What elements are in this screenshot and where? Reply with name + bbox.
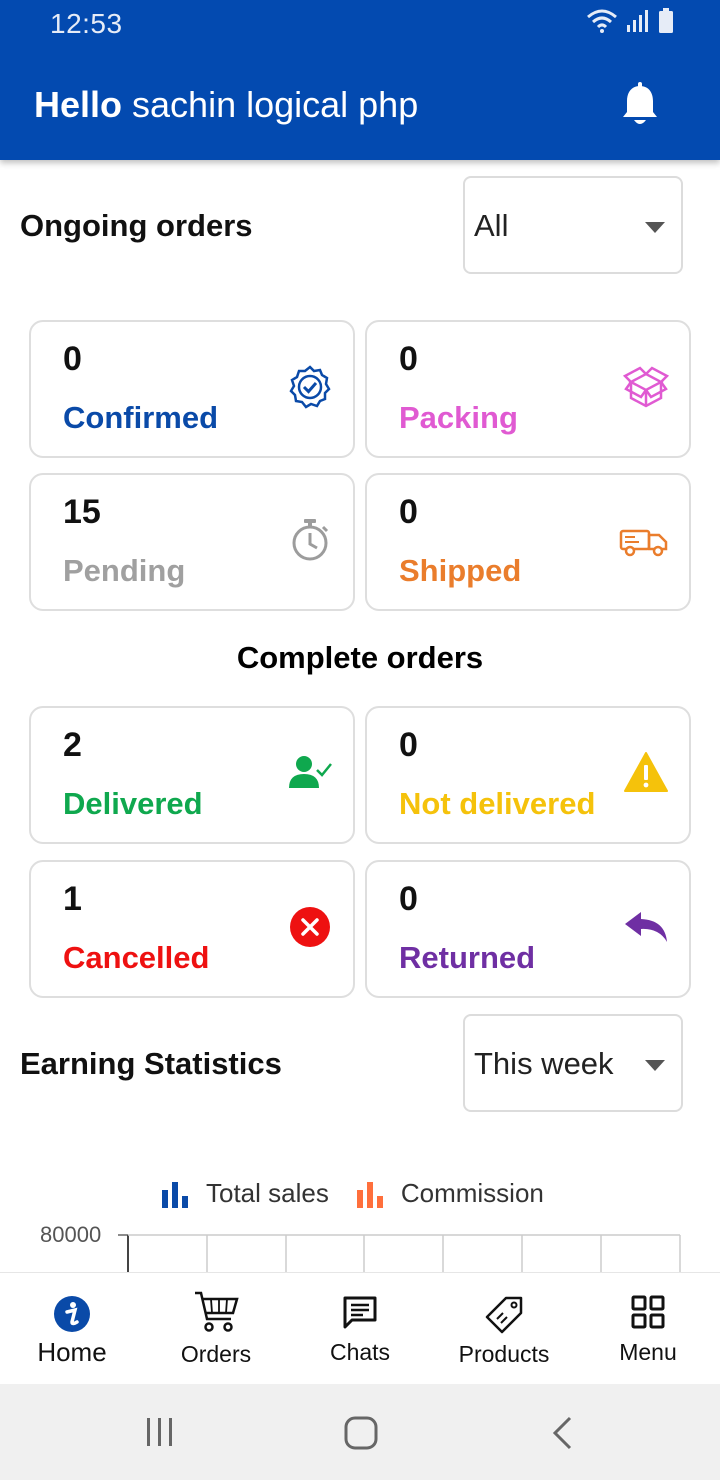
greeting-username: sachin logical php	[132, 84, 419, 125]
delivered-card[interactable]: 2 Delivered	[29, 706, 355, 844]
legend-commission-label: Commission	[400, 1178, 544, 1208]
chevron-down-icon	[645, 1060, 665, 1071]
cancel-circle-icon	[290, 907, 330, 947]
not-delivered-card[interactable]: 0 Not delivered	[365, 706, 691, 844]
packing-count: 0	[399, 340, 418, 378]
back-icon[interactable]	[550, 1416, 574, 1450]
pending-label: Pending	[63, 553, 186, 588]
reply-arrow-icon	[625, 912, 667, 942]
app-bar: 12:53 Hello sachin logical php	[0, 0, 720, 160]
stopwatch-icon	[292, 519, 329, 561]
shipped-card[interactable]: 0 Shipped	[365, 473, 691, 611]
nav-chats-label: Chats	[329, 1339, 391, 1365]
packing-card[interactable]: 0 Packing	[365, 320, 691, 458]
packing-label: Packing	[399, 400, 518, 435]
price-tag-icon	[485, 1296, 523, 1334]
earnings-period-value: This week	[474, 1046, 614, 1081]
confirmed-card[interactable]: 0 Confirmed	[29, 320, 355, 458]
returned-count: 0	[399, 880, 418, 918]
shopping-cart-icon	[195, 1291, 239, 1332]
legend-total-sales-label: Total sales	[206, 1178, 329, 1208]
delivered-label: Delivered	[63, 786, 203, 821]
bottom-navigation: Home Orders Chats Products Menu	[0, 1272, 720, 1384]
legend-commission[interactable]: Commission	[355, 1178, 544, 1209]
ongoing-filter-dropdown[interactable]: All	[463, 176, 683, 274]
nav-orders-label: Orders	[180, 1341, 252, 1367]
chevron-down-icon	[645, 222, 665, 233]
home-info-icon	[54, 1296, 90, 1332]
status-icons	[586, 8, 674, 34]
delivery-truck-icon	[619, 529, 668, 557]
nav-home[interactable]: Home	[0, 1273, 144, 1385]
cancelled-card[interactable]: 1 Cancelled	[29, 860, 355, 998]
chat-icon	[343, 1296, 377, 1329]
nav-menu-label: Menu	[619, 1339, 677, 1365]
pending-count: 15	[63, 493, 101, 531]
nav-orders[interactable]: Orders	[144, 1273, 288, 1385]
open-box-icon	[623, 366, 669, 408]
nav-home-label: Home	[37, 1337, 107, 1367]
confirmed-count: 0	[63, 340, 82, 378]
cancelled-label: Cancelled	[63, 940, 210, 975]
returned-label: Returned	[399, 940, 536, 975]
not-delivered-label: Not delivered	[399, 786, 596, 821]
system-navigation-bar	[0, 1384, 720, 1480]
shipped-label: Shipped	[399, 553, 522, 588]
chart-legend: Total sales Commission	[160, 1178, 570, 1209]
shipped-count: 0	[399, 493, 418, 531]
legend-total-sales[interactable]: Total sales	[160, 1178, 329, 1209]
nav-products-label: Products	[458, 1341, 550, 1367]
status-time: 12:53	[50, 8, 123, 39]
battery-icon	[659, 8, 673, 33]
confirmed-label: Confirmed	[63, 400, 218, 435]
greeting: Hello sachin logical php	[34, 84, 418, 126]
complete-orders-title: Complete orders	[236, 640, 484, 675]
bar-chart-icon	[356, 1181, 383, 1208]
bar-chart-icon	[162, 1181, 188, 1208]
delivered-count: 2	[63, 726, 82, 764]
home-button-icon[interactable]	[344, 1416, 378, 1450]
user-check-icon	[289, 756, 332, 788]
earnings-period-dropdown[interactable]: This week	[463, 1014, 683, 1112]
notification-bell-icon[interactable]	[620, 82, 660, 128]
grid-menu-icon	[631, 1295, 665, 1329]
cancelled-count: 1	[63, 880, 82, 918]
ongoing-filter-value: All	[474, 208, 509, 243]
recent-apps-icon[interactable]	[144, 1416, 176, 1448]
warning-icon	[624, 752, 668, 792]
earnings-chart	[118, 1234, 681, 1275]
verified-badge-icon	[289, 365, 331, 409]
wifi-icon	[587, 9, 617, 33]
nav-products[interactable]: Products	[432, 1273, 576, 1385]
nav-menu[interactable]: Menu	[576, 1273, 720, 1385]
signal-icon	[627, 10, 648, 32]
earning-statistics-title: Earning Statistics	[20, 1046, 282, 1081]
greeting-hello: Hello	[34, 84, 123, 125]
returned-card[interactable]: 0 Returned	[365, 860, 691, 998]
not-delivered-count: 0	[399, 726, 418, 764]
pending-card[interactable]: 15 Pending	[29, 473, 355, 611]
ongoing-orders-title: Ongoing orders	[20, 208, 253, 243]
nav-chats[interactable]: Chats	[288, 1273, 432, 1385]
